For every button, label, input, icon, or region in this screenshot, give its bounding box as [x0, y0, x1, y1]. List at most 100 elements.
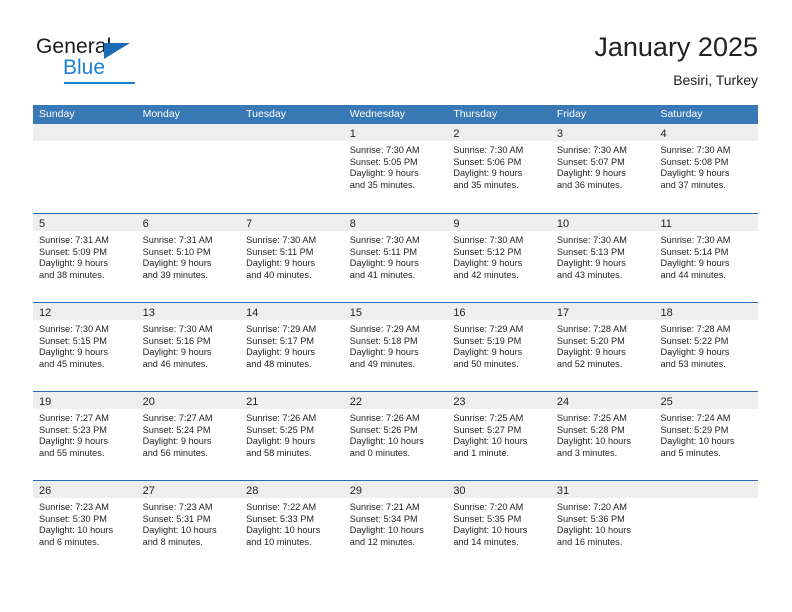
day-detail-line: Sunrise: 7:30 AM: [556, 235, 627, 245]
day-detail-line: Sunset: 5:09 PM: [39, 246, 107, 257]
day-detail-line: Sunset: 5:30 PM: [39, 513, 107, 524]
calendar-day-cell[interactable]: 3 Sunrise: 7:30 AM Sunset: 5:07 PM Daylight…: [550, 124, 655, 213]
calendar-day-cell[interactable]: 4 Sunrise: 7:30 AM Sunset: 5:08 PM Daylight…: [654, 124, 759, 213]
day-detail-line: and 8 minutes.: [142, 536, 203, 547]
day-details: Sunrise: 7:21 AM Sunset: 5:34 PM Daylight:…: [344, 498, 448, 548]
day-detail-line: Daylight: 9 hours: [556, 258, 626, 269]
day-number-band: 11: [654, 214, 759, 231]
calendar-day-cell[interactable]: 11 Sunrise: 7:30 AM Sunset: 5:14 PM Dayligh…: [654, 214, 759, 302]
day-number-band: 6: [136, 214, 241, 231]
day-detail-line: and 48 minutes.: [246, 358, 312, 369]
calendar-day-cell[interactable]: 27 Sunrise: 7:23 AM Sunset: 5:31 PM Dayligh…: [136, 481, 241, 569]
calendar-day-cell[interactable]: 16 Sunrise: 7:29 AM Sunset: 5:19 PM Dayligh…: [447, 303, 551, 391]
day-detail-line: Sunrise: 7:23 AM: [142, 502, 213, 512]
day-details: Sunrise: 7:22 AM Sunset: 5:33 PM Daylight:…: [240, 498, 344, 548]
day-details: Sunrise: 7:30 AM Sunset: 5:11 PM Daylight:…: [344, 231, 448, 281]
day-detail-line: Sunset: 5:27 PM: [453, 424, 522, 435]
calendar-day-cell[interactable]: 23 Sunrise: 7:25 AM Sunset: 5:27 PM Dayligh…: [447, 392, 551, 480]
day-detail-line: Sunrise: 7:29 AM: [453, 324, 524, 334]
day-details: Sunrise: 7:30 AM Sunset: 5:12 PM Daylight:…: [447, 231, 551, 281]
calendar-day-cell[interactable]: 22 Sunrise: 7:26 AM Sunset: 5:26 PM Dayligh…: [343, 392, 448, 480]
logo-word-blue: Blue: [63, 56, 106, 79]
day-detail-line: Sunrise: 7:28 AM: [660, 324, 731, 334]
weekday-header-friday: Friday: [556, 108, 587, 120]
day-number: 14: [246, 307, 259, 319]
day-number-band: [240, 124, 344, 141]
day-number-band: 3: [550, 124, 655, 141]
calendar-day-cell[interactable]: 18 Sunrise: 7:28 AM Sunset: 5:22 PM Dayligh…: [654, 303, 759, 391]
day-number: 12: [39, 307, 52, 319]
day-detail-line: Daylight: 9 hours: [556, 347, 626, 358]
calendar-day-cell[interactable]: 19 Sunrise: 7:27 AM Sunset: 5:23 PM Dayligh…: [33, 392, 137, 480]
day-detail-line: and 53 minutes.: [660, 358, 726, 369]
day-detail-line: and 49 minutes.: [349, 358, 416, 369]
day-detail-line: and 36 minutes.: [556, 179, 623, 190]
day-detail-line: Sunset: 5:18 PM: [349, 335, 418, 346]
day-detail-line: Daylight: 9 hours: [142, 258, 212, 269]
calendar-day-cell[interactable]: 29 Sunrise: 7:21 AM Sunset: 5:34 PM Dayligh…: [343, 481, 448, 569]
day-detail-line: Daylight: 10 hours: [660, 436, 735, 447]
calendar-day-cell[interactable]: 10 Sunrise: 7:30 AM Sunset: 5:13 PM Dayligh…: [550, 214, 655, 302]
calendar-day-cell[interactable]: 31 Sunrise: 7:20 AM Sunset: 5:36 PM Dayligh…: [550, 481, 655, 569]
logo-triangle-icon: [104, 43, 130, 59]
day-detail-line: Daylight: 10 hours: [453, 525, 528, 536]
day-number-band: 8: [343, 214, 448, 231]
calendar-day-cell[interactable]: 17 Sunrise: 7:28 AM Sunset: 5:20 PM Dayligh…: [550, 303, 655, 391]
calendar-day-cell-empty: [240, 124, 344, 213]
calendar-day-cell[interactable]: 8 Sunrise: 7:30 AM Sunset: 5:11 PM Daylight…: [343, 214, 448, 302]
day-number-band: 31: [550, 481, 655, 498]
day-details: Sunrise: 7:29 AM Sunset: 5:17 PM Daylight:…: [240, 320, 344, 370]
day-detail-line: and 6 minutes.: [39, 536, 100, 547]
day-number: 19: [39, 396, 52, 408]
weekday-header-saturday: Saturday: [660, 108, 703, 120]
day-number: 16: [453, 307, 466, 319]
day-detail-line: Sunrise: 7:30 AM: [39, 324, 109, 334]
day-detail-line: Daylight: 9 hours: [39, 347, 108, 358]
calendar-day-cell[interactable]: 14 Sunrise: 7:29 AM Sunset: 5:17 PM Dayligh…: [240, 303, 344, 391]
day-detail-line: Sunrise: 7:31 AM: [39, 235, 109, 245]
day-number: 30: [453, 485, 466, 497]
calendar-day-cell[interactable]: 7 Sunrise: 7:30 AM Sunset: 5:11 PM Daylight…: [240, 214, 344, 302]
day-detail-line: and 39 minutes.: [142, 269, 208, 280]
calendar-day-cell[interactable]: 24 Sunrise: 7:25 AM Sunset: 5:28 PM Dayligh…: [550, 392, 655, 480]
day-number-band: 16: [447, 303, 551, 320]
day-details: Sunrise: 7:27 AM Sunset: 5:24 PM Daylight:…: [137, 409, 241, 459]
day-details: Sunrise: 7:30 AM Sunset: 5:06 PM Daylight:…: [447, 141, 551, 191]
day-details: Sunrise: 7:28 AM Sunset: 5:20 PM Daylight:…: [551, 320, 655, 370]
calendar-day-cell[interactable]: 25 Sunrise: 7:24 AM Sunset: 5:29 PM Dayligh…: [654, 392, 759, 480]
calendar-day-cell[interactable]: 15 Sunrise: 7:29 AM Sunset: 5:18 PM Dayligh…: [343, 303, 448, 391]
day-number-band: 28: [240, 481, 344, 498]
calendar-day-cell[interactable]: 20 Sunrise: 7:27 AM Sunset: 5:24 PM Dayligh…: [136, 392, 241, 480]
weekday-header-row: Sunday Monday Tuesday Wednesday Thursday Frid…: [33, 105, 758, 124]
calendar-day-cell[interactable]: 6 Sunrise: 7:31 AM Sunset: 5:10 PM Daylight…: [136, 214, 241, 302]
day-detail-line: Sunset: 5:34 PM: [349, 513, 418, 524]
day-detail-line: and 37 minutes.: [660, 179, 726, 190]
general-blue-logo[interactable]: General Blue: [36, 35, 216, 91]
calendar-day-cell[interactable]: 12 Sunrise: 7:30 AM Sunset: 5:15 PM Dayligh…: [33, 303, 137, 391]
day-detail-line: Sunrise: 7:30 AM: [349, 145, 420, 155]
calendar-day-cell[interactable]: 2 Sunrise: 7:30 AM Sunset: 5:06 PM Daylight…: [447, 124, 551, 213]
day-detail-line: Daylight: 10 hours: [453, 436, 528, 447]
day-number: 4: [660, 128, 667, 140]
day-details: Sunrise: 7:31 AM Sunset: 5:10 PM Daylight:…: [137, 231, 241, 281]
day-number: 21: [246, 396, 259, 408]
day-detail-line: Sunrise: 7:31 AM: [142, 235, 213, 245]
day-detail-line: and 1 minute.: [453, 447, 509, 458]
calendar-day-cell[interactable]: 21 Sunrise: 7:26 AM Sunset: 5:25 PM Dayligh…: [240, 392, 344, 480]
day-detail-line: Sunrise: 7:23 AM: [39, 502, 109, 512]
day-detail-line: Daylight: 9 hours: [39, 436, 108, 447]
calendar-day-cell[interactable]: 1 Sunrise: 7:30 AM Sunset: 5:05 PM Daylight…: [343, 124, 448, 213]
day-detail-line: Daylight: 9 hours: [660, 258, 730, 269]
day-detail-line: and 56 minutes.: [142, 447, 208, 458]
calendar-day-cell[interactable]: 26 Sunrise: 7:23 AM Sunset: 5:30 PM Dayligh…: [33, 481, 137, 569]
day-number: 20: [142, 396, 155, 408]
day-detail-line: and 14 minutes.: [453, 536, 519, 547]
calendar-day-cell[interactable]: 5 Sunrise: 7:31 AM Sunset: 5:09 PM Daylight…: [33, 214, 137, 302]
day-number-band: 22: [343, 392, 448, 409]
calendar-day-cell[interactable]: 9 Sunrise: 7:30 AM Sunset: 5:12 PM Daylight…: [447, 214, 551, 302]
calendar-day-cell[interactable]: 13 Sunrise: 7:30 AM Sunset: 5:16 PM Dayligh…: [136, 303, 241, 391]
calendar-day-cell[interactable]: 28 Sunrise: 7:22 AM Sunset: 5:33 PM Dayligh…: [240, 481, 344, 569]
day-details: Sunrise: 7:30 AM Sunset: 5:16 PM Daylight:…: [137, 320, 241, 370]
weekday-header-wednesday: Wednesday: [349, 108, 405, 120]
calendar-day-cell[interactable]: 30 Sunrise: 7:20 AM Sunset: 5:35 PM Dayligh…: [447, 481, 551, 569]
